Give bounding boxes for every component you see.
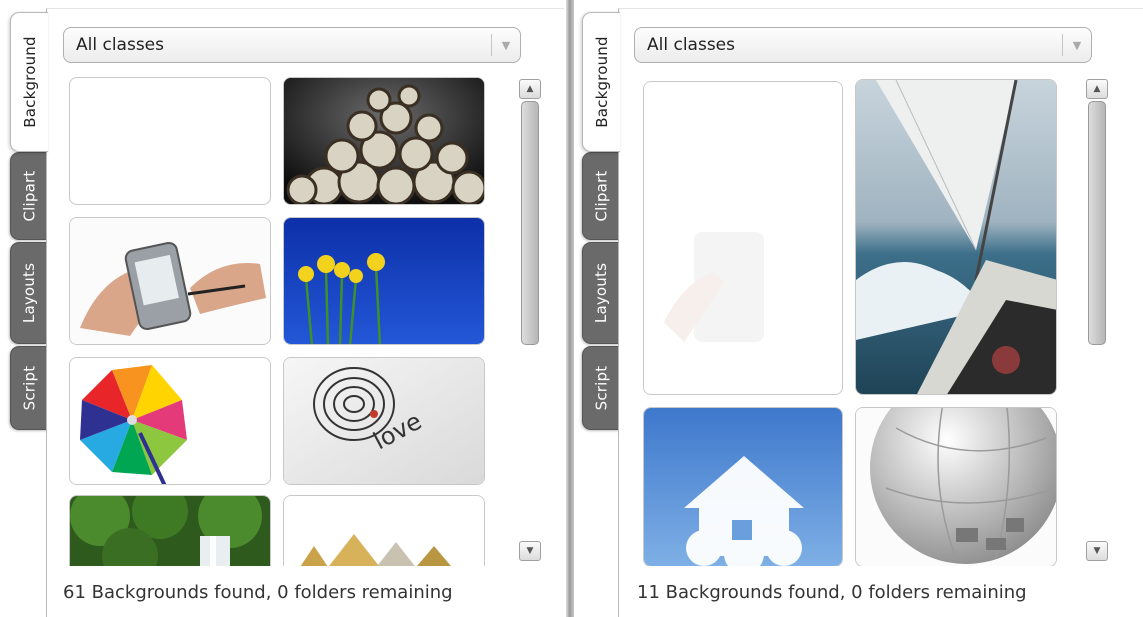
- pinwheel-image: [70, 358, 270, 484]
- thumbnail-alarm-clocks[interactable]: [283, 77, 485, 205]
- tab-clipart[interactable]: Clipart: [582, 152, 620, 240]
- triangle-down-icon[interactable]: ▼: [519, 541, 541, 561]
- triangle-up-icon[interactable]: ▲: [519, 79, 541, 99]
- background-browser: All classes ▼: [618, 8, 1143, 617]
- tab-script-label: Script: [592, 365, 611, 411]
- background-browser: All classes ▼: [46, 8, 564, 617]
- triangle-up-icon[interactable]: ▲: [1086, 79, 1108, 99]
- scrollbar-thumb[interactable]: [521, 101, 539, 345]
- status-text: 61 Backgrounds found, 0 folders remainin…: [63, 582, 453, 603]
- tab-background[interactable]: Background: [582, 12, 620, 152]
- hands-pda-image: [70, 218, 270, 344]
- thumbnail-sailboat[interactable]: [855, 79, 1057, 395]
- tab-script-label: Script: [20, 365, 39, 411]
- chevron-down-icon[interactable]: ▼: [492, 39, 520, 52]
- left-panel: Background Clipart Layouts Script All cl…: [0, 0, 572, 617]
- class-select-value: All classes: [76, 35, 164, 55]
- thumbnail-scrollbar[interactable]: ▲ ▼: [519, 79, 541, 561]
- thumbnail-blank-faded[interactable]: [643, 81, 843, 395]
- thumbnail-waterfall[interactable]: [69, 495, 271, 566]
- scrollbar-track[interactable]: [1088, 101, 1106, 539]
- tab-script[interactable]: Script: [10, 346, 48, 430]
- alarm-clocks-image: [284, 78, 484, 204]
- thumbnail-love-target[interactable]: love: [283, 357, 485, 485]
- thumbnail-grid: love: [67, 77, 489, 566]
- tab-layouts[interactable]: Layouts: [582, 242, 620, 344]
- scrollbar-track[interactable]: [521, 101, 539, 539]
- tab-layouts-label: Layouts: [20, 262, 39, 324]
- class-select[interactable]: All classes ▼: [634, 27, 1092, 63]
- puzzle-globe-image: [856, 408, 1056, 566]
- class-select[interactable]: All classes ▼: [63, 27, 521, 63]
- tab-script[interactable]: Script: [582, 346, 620, 430]
- triangle-down-icon[interactable]: ▼: [1086, 541, 1108, 561]
- vertical-tab-bar: Background Clipart Layouts Script: [578, 0, 620, 617]
- thumbnail-cloud-house[interactable]: [643, 407, 843, 566]
- vertical-tab-bar: Background Clipart Layouts Script: [6, 0, 48, 617]
- love-target-image: love: [284, 358, 484, 484]
- thumbnail-grid: [641, 79, 1067, 566]
- tab-background-label: Background: [20, 36, 39, 128]
- daffodils-image: [284, 218, 484, 344]
- waterfall-image: [70, 496, 270, 566]
- status-text: 11 Backgrounds found, 0 folders remainin…: [637, 582, 1027, 603]
- thumbnail-pinwheel[interactable]: [69, 357, 271, 485]
- sailboat-image: [856, 80, 1056, 394]
- thumbnail-golden-houses[interactable]: [283, 495, 485, 566]
- tab-background[interactable]: Background: [10, 12, 48, 152]
- thumbnail-daffodils[interactable]: [283, 217, 485, 345]
- tab-clipart[interactable]: Clipart: [10, 152, 48, 240]
- thumbnail-scrollbar[interactable]: ▲ ▼: [1086, 79, 1108, 561]
- cloud-house-image: [644, 408, 842, 566]
- tab-clipart-label: Clipart: [20, 170, 39, 222]
- panel-divider: [566, 0, 574, 617]
- tab-background-label: Background: [592, 36, 611, 128]
- tab-clipart-label: Clipart: [592, 170, 611, 222]
- chevron-down-icon[interactable]: ▼: [1063, 39, 1091, 52]
- faded-image: [644, 82, 842, 394]
- scrollbar-thumb[interactable]: [1088, 101, 1106, 345]
- golden-houses-image: [284, 496, 484, 566]
- thumbnail-hands-pda[interactable]: [69, 217, 271, 345]
- thumbnail-blank[interactable]: [69, 77, 271, 205]
- tab-layouts[interactable]: Layouts: [10, 242, 48, 344]
- right-panel: Background Clipart Layouts Script All cl…: [578, 0, 1143, 617]
- thumbnail-puzzle-globe[interactable]: [855, 407, 1057, 566]
- class-select-value: All classes: [647, 35, 735, 55]
- tab-layouts-label: Layouts: [592, 262, 611, 324]
